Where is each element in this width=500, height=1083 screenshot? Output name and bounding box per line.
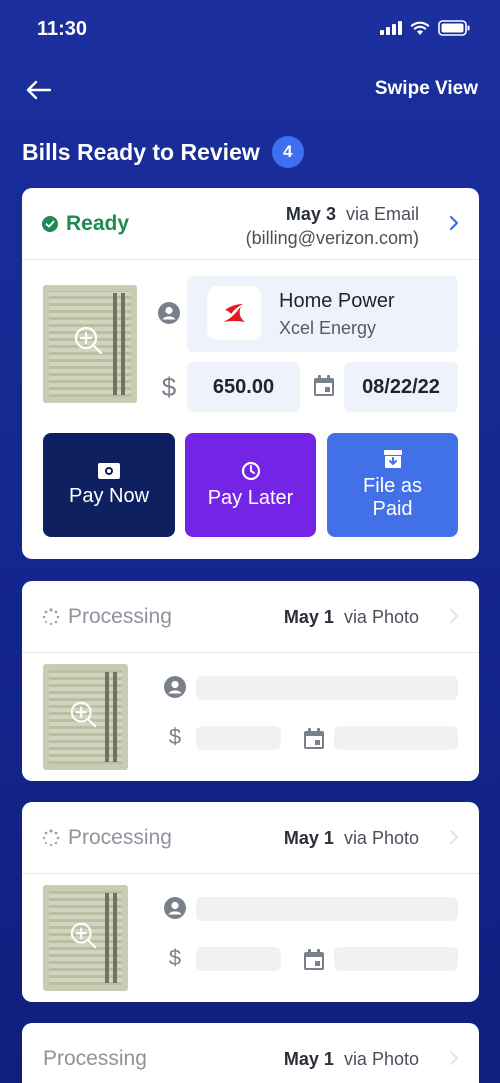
archive-icon (383, 450, 402, 468)
received-date: May 1 (283, 828, 334, 848)
pay-now-button[interactable]: Pay Now (43, 433, 175, 537)
status-icons (380, 20, 470, 36)
count-badge: 4 (271, 136, 304, 168)
bill-source: May 1 via Photo (284, 1047, 419, 1071)
received-date: May 3 (285, 204, 336, 224)
dollar-icon: $ (168, 724, 182, 749)
payee-company: Xcel Energy (279, 318, 377, 338)
bill-card-processing[interactable]: Processing May 1 via Photo $ (22, 581, 479, 781)
status-processing: Processing (42, 826, 172, 850)
payee-placeholder (196, 897, 458, 921)
person-icon (157, 301, 181, 325)
payee-name: Home Power (279, 290, 395, 312)
signal-icon (380, 21, 402, 35)
date-placeholder (334, 947, 458, 971)
bill-source: May 3 via Email (billing@verizon.com) (246, 202, 419, 250)
battery-icon (438, 20, 470, 36)
bill-thumbnail (43, 664, 128, 770)
wifi-icon (410, 21, 430, 35)
payee-box[interactable]: Home Power Xcel Energy (187, 276, 458, 352)
bill-card-processing[interactable]: Processing May 1 via Photo (22, 1023, 479, 1083)
nav-bar: Swipe View (0, 70, 500, 110)
received-via: via Photo (343, 1049, 419, 1069)
date-placeholder (334, 726, 458, 750)
zoom-in-icon (70, 701, 97, 728)
pay-later-button[interactable]: Pay Later (185, 433, 316, 537)
status-ready: Ready (42, 212, 129, 236)
status-label: Ready (66, 212, 130, 235)
zoom-in-icon (70, 922, 97, 949)
bill-source: May 1 via Photo (284, 826, 419, 850)
bill-thumbnail[interactable] (43, 285, 137, 403)
xcel-logo-icon (223, 304, 245, 322)
check-circle-icon (42, 216, 58, 232)
person-icon (163, 675, 187, 699)
card-header: Processing May 1 via Photo (22, 802, 479, 874)
status-bar: 11:30 (0, 0, 500, 60)
chevron-right-icon (449, 608, 459, 624)
status-label: Processing (68, 826, 172, 849)
pay-now-label: Pay Now (68, 484, 150, 507)
status-label: Processing (43, 1047, 147, 1070)
due-date-field[interactable]: 08/22/22 (344, 362, 458, 412)
payee-logo (207, 286, 261, 340)
received-via: via Photo (343, 607, 419, 627)
card-header[interactable]: Ready May 3 via Email (billing@verizon.c… (22, 188, 479, 260)
chevron-right-icon (449, 829, 459, 845)
received-via: via Email (345, 204, 419, 224)
amount-field[interactable]: 650.00 (187, 362, 300, 412)
status-processing: Processing (42, 605, 172, 629)
status-processing: Processing (43, 1047, 147, 1071)
chevron-right-icon[interactable] (445, 214, 463, 232)
sender-email: (billing@verizon.com) (245, 228, 419, 248)
payee-placeholder (196, 676, 458, 700)
pay-later-label: Pay Later (207, 486, 294, 509)
bill-card-processing[interactable]: Processing May 1 via Photo $ (22, 802, 479, 1002)
file-as-paid-line2: Paid (372, 498, 413, 520)
spinner-icon (42, 829, 60, 847)
amount-placeholder (196, 726, 281, 750)
page-header: Bills Ready to Review 4 (22, 136, 304, 168)
received-date: May 1 (283, 1049, 334, 1069)
card-header: Processing May 1 via Photo (22, 581, 479, 653)
dollar-icon: $ (161, 371, 177, 402)
calendar-icon (312, 374, 336, 398)
card-header: Processing May 1 via Photo (22, 1023, 479, 1083)
bill-card-ready[interactable]: Ready May 3 via Email (billing@verizon.c… (22, 188, 479, 559)
cash-icon (98, 462, 120, 479)
file-as-paid-line1: File as (363, 475, 422, 497)
chevron-right-icon (449, 1050, 459, 1066)
person-icon (163, 896, 187, 920)
status-label: Processing (68, 605, 172, 628)
file-as-paid-button[interactable]: File as Paid (327, 433, 458, 537)
dollar-icon: $ (168, 945, 182, 970)
page-title: Bills Ready to Review (22, 138, 260, 165)
bill-source: May 1 via Photo (284, 605, 419, 629)
spinner-icon (42, 608, 60, 626)
amount-placeholder (196, 947, 281, 971)
arrow-left-icon (26, 80, 51, 100)
calendar-icon (302, 727, 326, 751)
bill-thumbnail (43, 885, 128, 991)
clock-icon (241, 461, 260, 480)
received-via: via Photo (343, 828, 419, 848)
swipe-view-link[interactable]: Swipe View (375, 78, 478, 100)
back-button[interactable] (22, 74, 54, 106)
calendar-icon (302, 948, 326, 972)
status-time: 11:30 (37, 18, 88, 40)
received-date: May 1 (283, 607, 334, 627)
zoom-in-icon (74, 326, 103, 355)
